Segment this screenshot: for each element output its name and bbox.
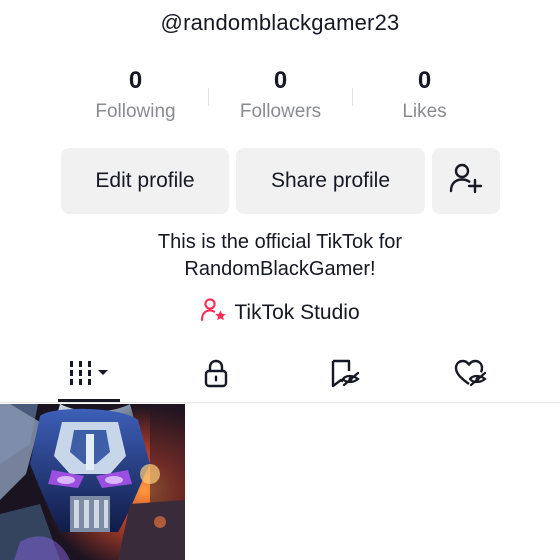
add-person-icon xyxy=(448,160,484,202)
stat-likes-label: Likes xyxy=(402,101,447,122)
profile-page: @randomblackgamer23 0 Following 0 Follow… xyxy=(0,0,560,560)
stat-followers[interactable]: 0 Followers xyxy=(208,66,353,124)
add-friend-button[interactable] xyxy=(432,148,500,214)
tab-private[interactable] xyxy=(156,348,276,402)
bookmark-hidden-icon xyxy=(328,357,362,394)
profile-stats: 0 Following 0 Followers 0 Likes xyxy=(63,66,497,130)
grid-icon xyxy=(66,358,114,393)
tab-favorites[interactable] xyxy=(285,348,405,402)
profile-username: @randomblackgamer23 xyxy=(160,10,400,35)
profile-bio: This is the official TikTok for RandomBl… xyxy=(0,229,560,283)
stat-following-label: Following xyxy=(95,101,176,122)
stat-likes-count: 0 xyxy=(417,67,432,94)
tab-liked[interactable] xyxy=(411,348,531,402)
stat-following-count: 0 xyxy=(128,67,143,94)
tiktok-studio-label: TikTok Studio xyxy=(234,300,360,324)
stat-following[interactable]: 0 Following xyxy=(63,66,208,124)
video-thumbnail-image xyxy=(0,404,185,560)
stat-likes[interactable]: 0 Likes xyxy=(352,66,497,124)
bio-line: RandomBlackGamer! xyxy=(184,258,376,280)
bio-line: This is the official TikTok for xyxy=(157,231,403,253)
lock-icon xyxy=(201,357,231,394)
edit-profile-button[interactable]: Edit profile xyxy=(61,148,229,214)
tab-videos[interactable] xyxy=(30,348,150,402)
share-profile-button[interactable]: Share profile xyxy=(236,148,425,214)
tiktok-studio-link[interactable]: TikTok Studio xyxy=(0,297,560,328)
tabs-divider xyxy=(0,402,560,403)
stat-followers-label: Followers xyxy=(239,101,322,122)
video-thumbnail[interactable] xyxy=(0,404,185,560)
heart-hidden-icon xyxy=(453,357,489,394)
studio-person-star-icon xyxy=(200,297,228,328)
profile-tabs xyxy=(0,348,560,402)
stat-followers-count: 0 xyxy=(273,67,288,94)
